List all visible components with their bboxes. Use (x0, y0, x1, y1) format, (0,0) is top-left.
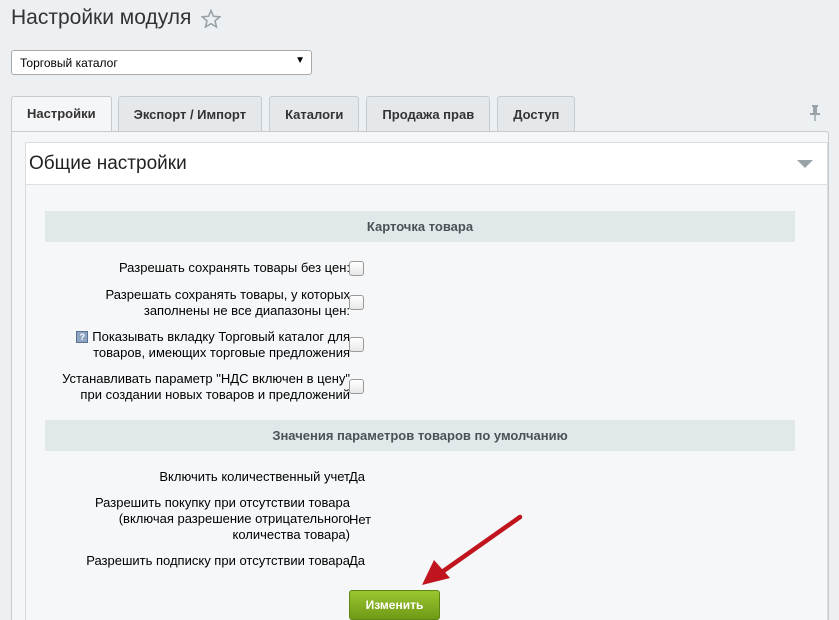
page-title: Настройки модуля (11, 6, 222, 30)
allow-subscribe-value: Да (349, 553, 366, 568)
section-header[interactable]: Общие настройки (26, 143, 827, 185)
tab-catalogs[interactable]: Каталоги (269, 96, 360, 131)
show-catalog-tab-checkbox[interactable] (349, 337, 364, 352)
option-label: Разрешать сохранять товары, у которых за… (105, 287, 350, 318)
help-icon[interactable]: ? (76, 331, 89, 343)
allow-save-without-price-checkbox[interactable] (349, 261, 364, 276)
default-label: Разрешить покупку при отсутствии товара … (94, 495, 350, 542)
defaults-header: Значения параметров товаров по умолчанию (45, 420, 795, 451)
change-button[interactable]: Изменить (349, 590, 440, 620)
module-select[interactable]: Торговый каталог ▼ (11, 50, 312, 75)
option-label: Устанавливать параметр "НДС включен в це… (62, 371, 350, 402)
allow-save-partial-ranges-checkbox[interactable] (349, 295, 364, 310)
tab-access[interactable]: Доступ (497, 96, 576, 131)
option-label: ? Показывать вкладку Торговый каталог для… (76, 329, 350, 361)
quantity-tracking-value: Да (349, 469, 366, 484)
allow-purchase-value: Нет (349, 512, 372, 527)
option-label: Разрешать сохранять товары без цен: (118, 260, 350, 275)
section-title: Общие настройки (29, 153, 187, 174)
tab-bar: Настройки Экспорт / Импорт Каталоги Прод… (11, 96, 582, 132)
pin-icon[interactable] (808, 104, 822, 122)
settings-panel: Общие настройки Карточка товара Разрешат… (11, 131, 829, 620)
star-outline-icon[interactable] (201, 9, 222, 29)
collapse-triangle-icon[interactable] (797, 159, 813, 169)
product-card-header: Карточка товара (45, 211, 795, 242)
vat-included-checkbox[interactable] (349, 379, 364, 394)
tab-rights-sale[interactable]: Продажа прав (366, 96, 491, 131)
default-label: Разрешить подписку при отсутствии товара (86, 553, 350, 568)
dropdown-arrow-icon: ▼ (295, 55, 305, 66)
page-title-text: Настройки модуля (11, 6, 192, 29)
tab-settings[interactable]: Настройки (11, 96, 112, 132)
tab-export-import[interactable]: Экспорт / Импорт (117, 96, 263, 131)
module-select-value: Торговый каталог (20, 56, 118, 70)
general-settings-section: Общие настройки Карточка товара Разрешат… (25, 142, 828, 620)
default-label: Включить количественный учет (159, 469, 350, 484)
